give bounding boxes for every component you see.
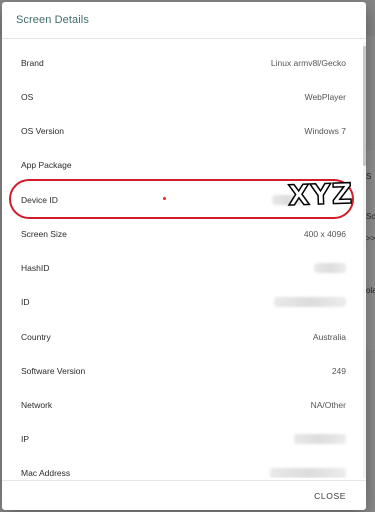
detail-row-software-version: Software Version 249 bbox=[2, 354, 366, 388]
detail-label: OS bbox=[21, 92, 34, 102]
detail-row-id: ID bbox=[2, 285, 366, 319]
detail-row-network: Network NA/Other bbox=[2, 388, 366, 422]
detail-value: Linux armv8l/Gecko bbox=[270, 58, 346, 68]
detail-label: IP bbox=[21, 434, 30, 444]
detail-row-os-version: OS Version Windows 7 bbox=[2, 114, 366, 148]
detail-label: Brand bbox=[21, 58, 44, 68]
detail-row-screen-size: Screen Size 400 x 4096 bbox=[2, 217, 366, 251]
detail-label: Software Version bbox=[21, 366, 86, 376]
annotation-dot bbox=[163, 197, 166, 200]
detail-row-country: Country Australia bbox=[2, 320, 366, 354]
detail-row-brand: Brand Linux armv8l/Gecko bbox=[2, 46, 366, 80]
detail-row-app-package: App Package bbox=[2, 148, 366, 182]
detail-label: Network bbox=[21, 400, 53, 410]
detail-label: ID bbox=[21, 297, 30, 307]
detail-value: NA/Other bbox=[310, 400, 346, 410]
detail-label: HashID bbox=[21, 263, 50, 273]
footer-divider bbox=[2, 480, 366, 481]
details-list[interactable]: Brand Linux armv8l/Gecko OS WebPlayer OS… bbox=[2, 46, 366, 478]
detail-row-hashid: HashID bbox=[2, 251, 366, 285]
dialog-title: Screen Details bbox=[16, 14, 89, 26]
detail-label: Screen Size bbox=[21, 229, 67, 239]
detail-value: WebPlayer bbox=[304, 92, 346, 102]
detail-value: Windows 7 bbox=[304, 126, 346, 136]
detail-value: Australia bbox=[312, 332, 346, 342]
annotation-stamp: XYZ bbox=[287, 176, 355, 213]
detail-label: OS Version bbox=[21, 126, 64, 136]
scrollbar-thumb[interactable] bbox=[363, 46, 366, 166]
detail-value: 249 bbox=[331, 366, 346, 376]
detail-label: App Package bbox=[21, 160, 72, 170]
detail-row-os: OS WebPlayer bbox=[2, 80, 366, 114]
detail-row-ip: IP bbox=[2, 422, 366, 456]
detail-row-mac-address: Mac Address bbox=[2, 456, 366, 478]
redacted-value bbox=[314, 263, 346, 273]
title-divider bbox=[2, 38, 366, 39]
redacted-value bbox=[294, 434, 346, 444]
detail-value: 400 x 4096 bbox=[303, 229, 346, 239]
detail-label: Mac Address bbox=[21, 468, 71, 478]
detail-label: Country bbox=[21, 332, 51, 342]
redacted-value bbox=[270, 468, 346, 478]
screen-details-dialog: Screen Details Brand Linux armv8l/Gecko … bbox=[2, 2, 366, 510]
redacted-value bbox=[274, 297, 346, 307]
close-button[interactable]: CLOSE bbox=[308, 487, 352, 505]
